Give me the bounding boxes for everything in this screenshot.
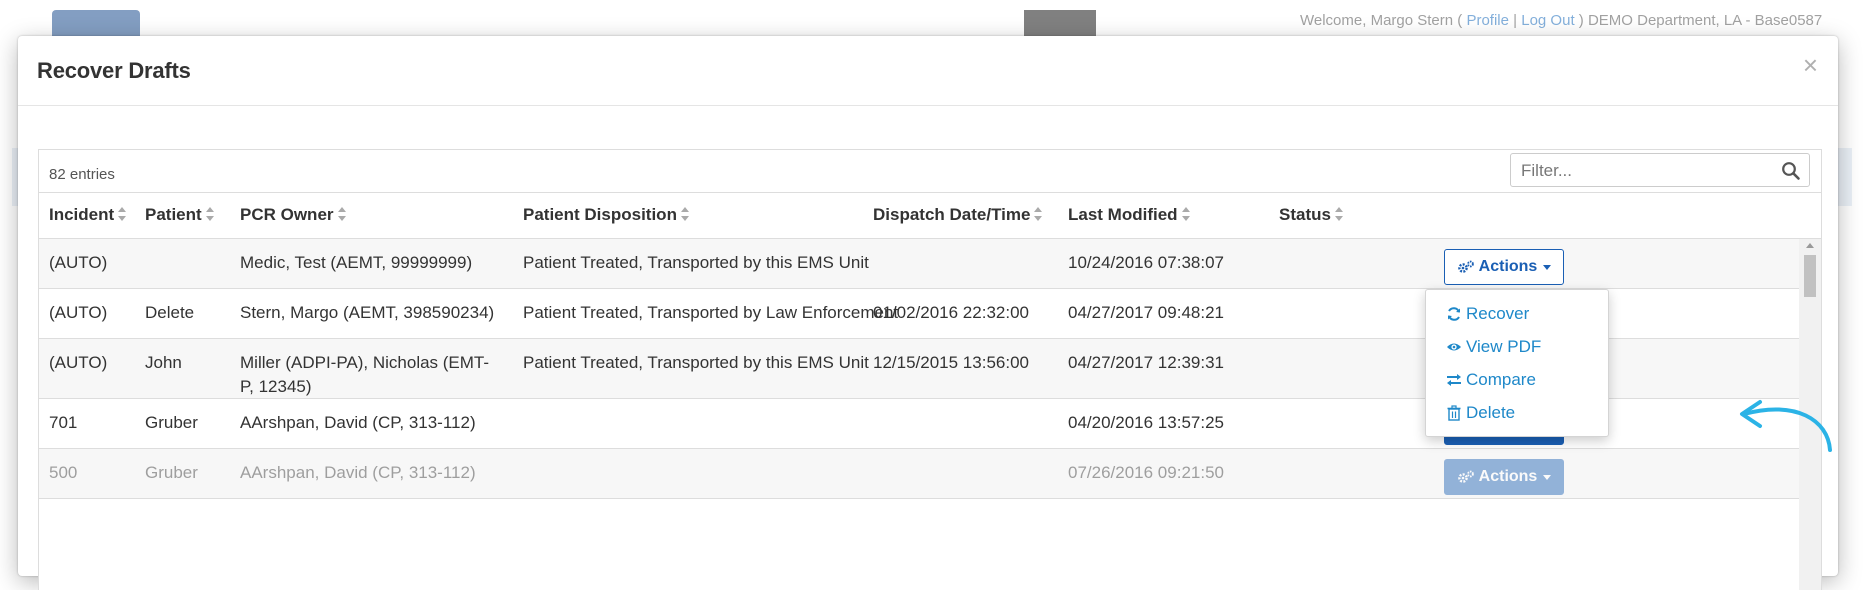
actions-dropdown-menu: Recover View PDF Compare Delete	[1425, 289, 1609, 437]
welcome-prefix: Welcome, Margo Stern (	[1300, 12, 1463, 29]
cell-last-modified: 04/27/2017 12:39:31	[1068, 353, 1224, 372]
actions-button[interactable]: Actions	[1444, 459, 1564, 495]
caret-down-icon	[1543, 264, 1552, 270]
nav-tab	[1024, 10, 1096, 36]
refresh-icon	[1448, 307, 1460, 321]
actions-label: Actions	[1478, 468, 1538, 485]
cell-patient: John	[145, 353, 182, 372]
column-header-status[interactable]: Status	[1279, 205, 1344, 225]
cell-incident: (AUTO)	[49, 353, 108, 372]
sort-icon	[680, 207, 689, 221]
column-label: Incident	[49, 205, 115, 224]
cell-last-modified: 07/26/2016 09:21:50	[1068, 463, 1224, 482]
eye-icon	[1447, 343, 1461, 351]
cell-incident: (AUTO)	[49, 303, 108, 322]
caret-down-icon	[1543, 474, 1552, 480]
cell-incident: 500	[49, 463, 78, 482]
column-label: Dispatch Date/Time	[873, 205, 1031, 224]
cell-disposition: Patient Treated, Transported by Law Enfo…	[523, 303, 899, 322]
welcome-bar: Welcome, Margo Stern ( Profile | Log Out…	[1300, 12, 1822, 29]
cell-incident: 701	[49, 413, 78, 432]
column-header-incident[interactable]: Incident	[49, 205, 127, 225]
actions-button[interactable]: Actions	[1444, 249, 1564, 285]
column-header-patient-disposition[interactable]: Patient Disposition	[523, 205, 690, 225]
cell-last-modified: 04/20/2016 13:57:25	[1068, 413, 1224, 432]
cell-disposition: Patient Treated, Transported by this EMS…	[523, 253, 869, 272]
cell-dispatch: 01/02/2016 22:32:00	[873, 303, 1029, 322]
cell-pcr-owner: AArshpan, David (CP, 313-112)	[240, 413, 476, 432]
profile-link[interactable]: Profile	[1466, 12, 1509, 29]
modal-header: Recover Drafts ×	[18, 36, 1838, 106]
sort-icon	[1334, 207, 1343, 221]
cell-pcr-owner: Stern, Margo (AEMT, 398590234)	[240, 303, 495, 322]
cell-patient: Gruber	[145, 463, 198, 482]
menu-item-label: View PDF	[1466, 337, 1542, 356]
sort-icon	[1181, 207, 1190, 221]
welcome-suffix: ) DEMO Department, LA - Base0587	[1578, 12, 1823, 29]
cell-disposition: Patient Treated, Transported by this EMS…	[523, 353, 869, 372]
cell-last-modified: 04/27/2017 09:48:21	[1068, 303, 1224, 322]
logout-link[interactable]: Log Out	[1521, 12, 1574, 29]
menu-item-compare[interactable]: Compare	[1446, 370, 1536, 390]
modal-title: Recover Drafts	[37, 58, 191, 83]
trash-icon	[1447, 405, 1461, 421]
menu-item-delete[interactable]: Delete	[1446, 403, 1515, 423]
cell-pcr-owner: Miller (ADPI-PA), Nicholas (EMT-P, 12345…	[240, 353, 490, 396]
menu-item-label: Recover	[1466, 304, 1530, 323]
column-header-last-modified[interactable]: Last Modified	[1068, 205, 1191, 225]
column-label: PCR Owner	[240, 205, 334, 224]
filter-input[interactable]	[1519, 159, 1763, 183]
sort-icon	[118, 207, 127, 221]
sort-icon	[1034, 207, 1043, 221]
sort-icon	[205, 207, 214, 221]
annotation-arrow-icon	[1740, 400, 1832, 452]
cell-patient: Delete	[145, 303, 195, 322]
scrollbar-thumb[interactable]	[1804, 255, 1816, 297]
column-label: Status	[1279, 205, 1331, 224]
cell-dispatch: 12/15/2015 13:56:00	[873, 353, 1029, 372]
column-label: Patient	[145, 205, 202, 224]
column-header-pcr-owner[interactable]: PCR Owner	[240, 205, 347, 225]
menu-item-view-pdf[interactable]: View PDF	[1446, 337, 1541, 357]
column-label: Last Modified	[1068, 205, 1178, 224]
cell-patient: Gruber	[145, 413, 198, 432]
table-header: Incident Patient PCR Owner Patient Dispo…	[39, 192, 1821, 239]
sort-icon	[337, 207, 346, 221]
menu-item-label: Delete	[1466, 403, 1516, 422]
cell-pcr-owner: Medic, Test (AEMT, 99999999)	[240, 253, 473, 272]
cell-pcr-owner: AArshpan, David (CP, 313-112)	[240, 463, 476, 482]
exchange-icon	[1447, 374, 1461, 386]
table-row[interactable]: 500 Gruber AArshpan, David (CP, 313-112)…	[39, 449, 1799, 499]
column-label: Patient Disposition	[523, 205, 677, 224]
close-icon[interactable]: ×	[1803, 50, 1818, 81]
column-header-patient[interactable]: Patient	[145, 205, 215, 225]
column-header-dispatch-datetime[interactable]: Dispatch Date/Time	[873, 205, 1043, 225]
scroll-up-arrow-icon[interactable]	[1806, 243, 1814, 248]
actions-label: Actions	[1478, 258, 1538, 275]
menu-item-label: Compare	[1466, 370, 1536, 389]
app-logo	[52, 10, 140, 36]
search-icon[interactable]	[1781, 161, 1801, 181]
cell-last-modified: 10/24/2016 07:38:07	[1068, 253, 1224, 272]
table-row[interactable]: (AUTO) Medic, Test (AEMT, 99999999) Pati…	[39, 239, 1799, 289]
entries-count: 82 entries	[49, 166, 115, 183]
welcome-separator: |	[1513, 12, 1518, 29]
gears-icon	[1457, 260, 1474, 273]
filter-box	[1510, 153, 1810, 187]
gears-icon	[1457, 470, 1474, 483]
menu-item-recover[interactable]: Recover	[1446, 304, 1529, 324]
cell-incident: (AUTO)	[49, 253, 108, 272]
